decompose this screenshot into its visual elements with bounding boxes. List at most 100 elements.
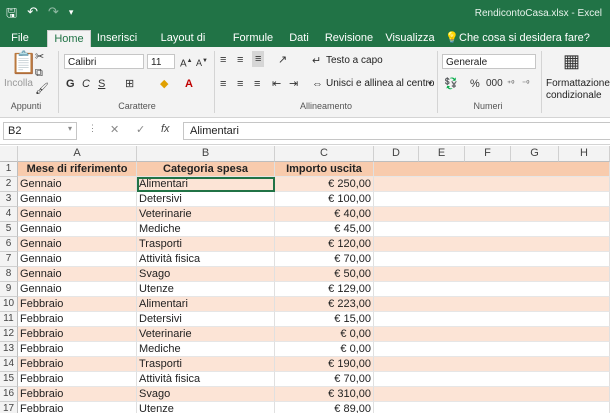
column-header-e[interactable]: E (419, 146, 465, 162)
grow-font-icon[interactable]: A▲ (180, 54, 193, 71)
row-header[interactable]: 15 (0, 372, 18, 387)
cell-amount[interactable]: € 40,00 (275, 207, 374, 222)
cell-category[interactable]: Utenze (137, 282, 275, 297)
wrap-text-button[interactable]: Testo a capo (326, 54, 383, 68)
cell-category[interactable]: Veterinarie (137, 327, 275, 342)
font-color-icon[interactable]: A (185, 77, 193, 91)
row-fill[interactable] (374, 267, 610, 282)
align-right-icon[interactable]: ≡ (254, 77, 260, 91)
cell-month[interactable]: Febbraio (18, 312, 137, 327)
row-fill[interactable] (374, 237, 610, 252)
cell-amount[interactable]: € 190,00 (275, 357, 374, 372)
cell-category[interactable]: Detersivi (137, 312, 275, 327)
accounting-format-icon[interactable]: 💱 (444, 77, 458, 91)
row-header[interactable]: 6 (0, 237, 18, 252)
cell-month[interactable]: Febbraio (18, 372, 137, 387)
column-header-d[interactable]: D (374, 146, 419, 162)
cell-category[interactable]: Trasporti (137, 237, 275, 252)
tab-view[interactable]: Visualizza (382, 30, 438, 47)
cell-category[interactable]: Utenze (137, 402, 275, 413)
wrap-text-icon[interactable]: ↵ (312, 54, 321, 68)
row-fill[interactable] (374, 372, 610, 387)
cell-month[interactable]: Febbraio (18, 387, 137, 402)
redo-icon[interactable]: ↷ (48, 4, 59, 26)
name-box[interactable]: B2 (3, 122, 77, 140)
row-fill[interactable] (374, 327, 610, 342)
underline-icon[interactable]: S (98, 77, 105, 91)
cell-amount[interactable]: € 120,00 (275, 237, 374, 252)
row-fill[interactable] (374, 207, 610, 222)
paste-icon[interactable]: 📋 (10, 51, 37, 75)
enter-icon[interactable]: ✓ (136, 123, 145, 136)
lightbulb-icon[interactable]: 💡 (444, 30, 460, 47)
cell-category[interactable]: Mediche (137, 222, 275, 237)
cell-month[interactable]: Febbraio (18, 327, 137, 342)
row-header[interactable]: 2 (0, 177, 18, 192)
row-fill[interactable] (374, 192, 610, 207)
cell-month[interactable]: Gennaio (18, 207, 137, 222)
row-header[interactable]: 7 (0, 252, 18, 267)
row-header[interactable]: 14 (0, 357, 18, 372)
column-header-h[interactable]: H (559, 146, 610, 162)
column-header-g[interactable]: G (511, 146, 559, 162)
customize-qat-icon[interactable]: ▾ (69, 7, 74, 26)
header-row-fill[interactable] (374, 162, 610, 177)
cancel-icon[interactable]: ✕ (110, 123, 119, 136)
cell-month[interactable]: Gennaio (18, 192, 137, 207)
row-header[interactable]: 3 (0, 192, 18, 207)
cell-category[interactable]: Mediche (137, 342, 275, 357)
row-fill[interactable] (374, 312, 610, 327)
cell-category[interactable]: Trasporti (137, 357, 275, 372)
cell-amount[interactable]: € 45,00 (275, 222, 374, 237)
tab-file[interactable]: File (4, 30, 36, 47)
row-header[interactable]: 17 (0, 402, 18, 413)
cell-month[interactable]: Gennaio (18, 252, 137, 267)
cell-amount[interactable]: € 223,00 (275, 297, 374, 312)
align-center-icon[interactable]: ≡ (237, 77, 243, 91)
cell-category[interactable]: Veterinarie (137, 207, 275, 222)
cell-category[interactable]: Alimentari (137, 297, 275, 312)
align-middle-icon[interactable]: ≡ (237, 53, 243, 67)
row-fill[interactable] (374, 252, 610, 267)
cell-amount[interactable]: € 89,00 (275, 402, 374, 413)
cell-month[interactable]: Febbraio (18, 357, 137, 372)
tab-formulas[interactable]: Formule (230, 30, 276, 47)
cell-month[interactable]: Febbraio (18, 402, 137, 413)
row-header[interactable]: 1 (0, 162, 18, 177)
cell-month[interactable]: Gennaio (18, 237, 137, 252)
header-cell-month[interactable]: Mese di riferimento (18, 162, 137, 177)
decrease-indent-icon[interactable]: ⇤ (272, 77, 281, 91)
row-fill[interactable] (374, 357, 610, 372)
conditional-formatting-label-line2[interactable]: condizionale (546, 89, 602, 103)
cell-category[interactable]: Attività fisica (137, 252, 275, 267)
increase-indent-icon[interactable]: ⇥ (289, 77, 298, 91)
save-icon[interactable]: 🖫 (6, 4, 17, 26)
align-bottom-icon[interactable]: ≡ (252, 51, 265, 67)
header-cell-amount[interactable]: Importo uscita (275, 162, 374, 177)
cell-amount[interactable]: € 129,00 (275, 282, 374, 297)
name-box-dropdown-icon[interactable]: ▾ (68, 124, 72, 133)
row-fill[interactable] (374, 387, 610, 402)
cell-amount[interactable]: € 100,00 (275, 192, 374, 207)
cell-month[interactable]: Febbraio (18, 297, 137, 312)
cell-month[interactable]: Gennaio (18, 222, 137, 237)
cell-month[interactable]: Febbraio (18, 342, 137, 357)
fill-color-icon[interactable]: ◆ (160, 77, 168, 91)
font-name-select[interactable]: Calibri (64, 54, 144, 69)
row-header[interactable]: 4 (0, 207, 18, 222)
italic-icon[interactable]: C (82, 77, 90, 91)
row-header[interactable]: 12 (0, 327, 18, 342)
cell-month[interactable]: Gennaio (18, 282, 137, 297)
merge-center-button[interactable]: Unisci e allinea al centro (326, 77, 434, 91)
align-left-icon[interactable]: ≡ (220, 77, 226, 91)
paste-label[interactable]: Incolla (4, 77, 33, 91)
conditional-formatting-icon[interactable]: ▦ (563, 51, 580, 71)
cell-amount[interactable]: € 50,00 (275, 267, 374, 282)
comma-style-icon[interactable]: 000 (486, 77, 503, 91)
percent-style-icon[interactable]: % (470, 77, 480, 91)
row-header[interactable]: 5 (0, 222, 18, 237)
copy-icon[interactable]: ⧉ (35, 66, 43, 80)
cell-amount[interactable]: € 0,00 (275, 342, 374, 357)
row-fill[interactable] (374, 177, 610, 192)
cell-amount[interactable]: € 70,00 (275, 372, 374, 387)
